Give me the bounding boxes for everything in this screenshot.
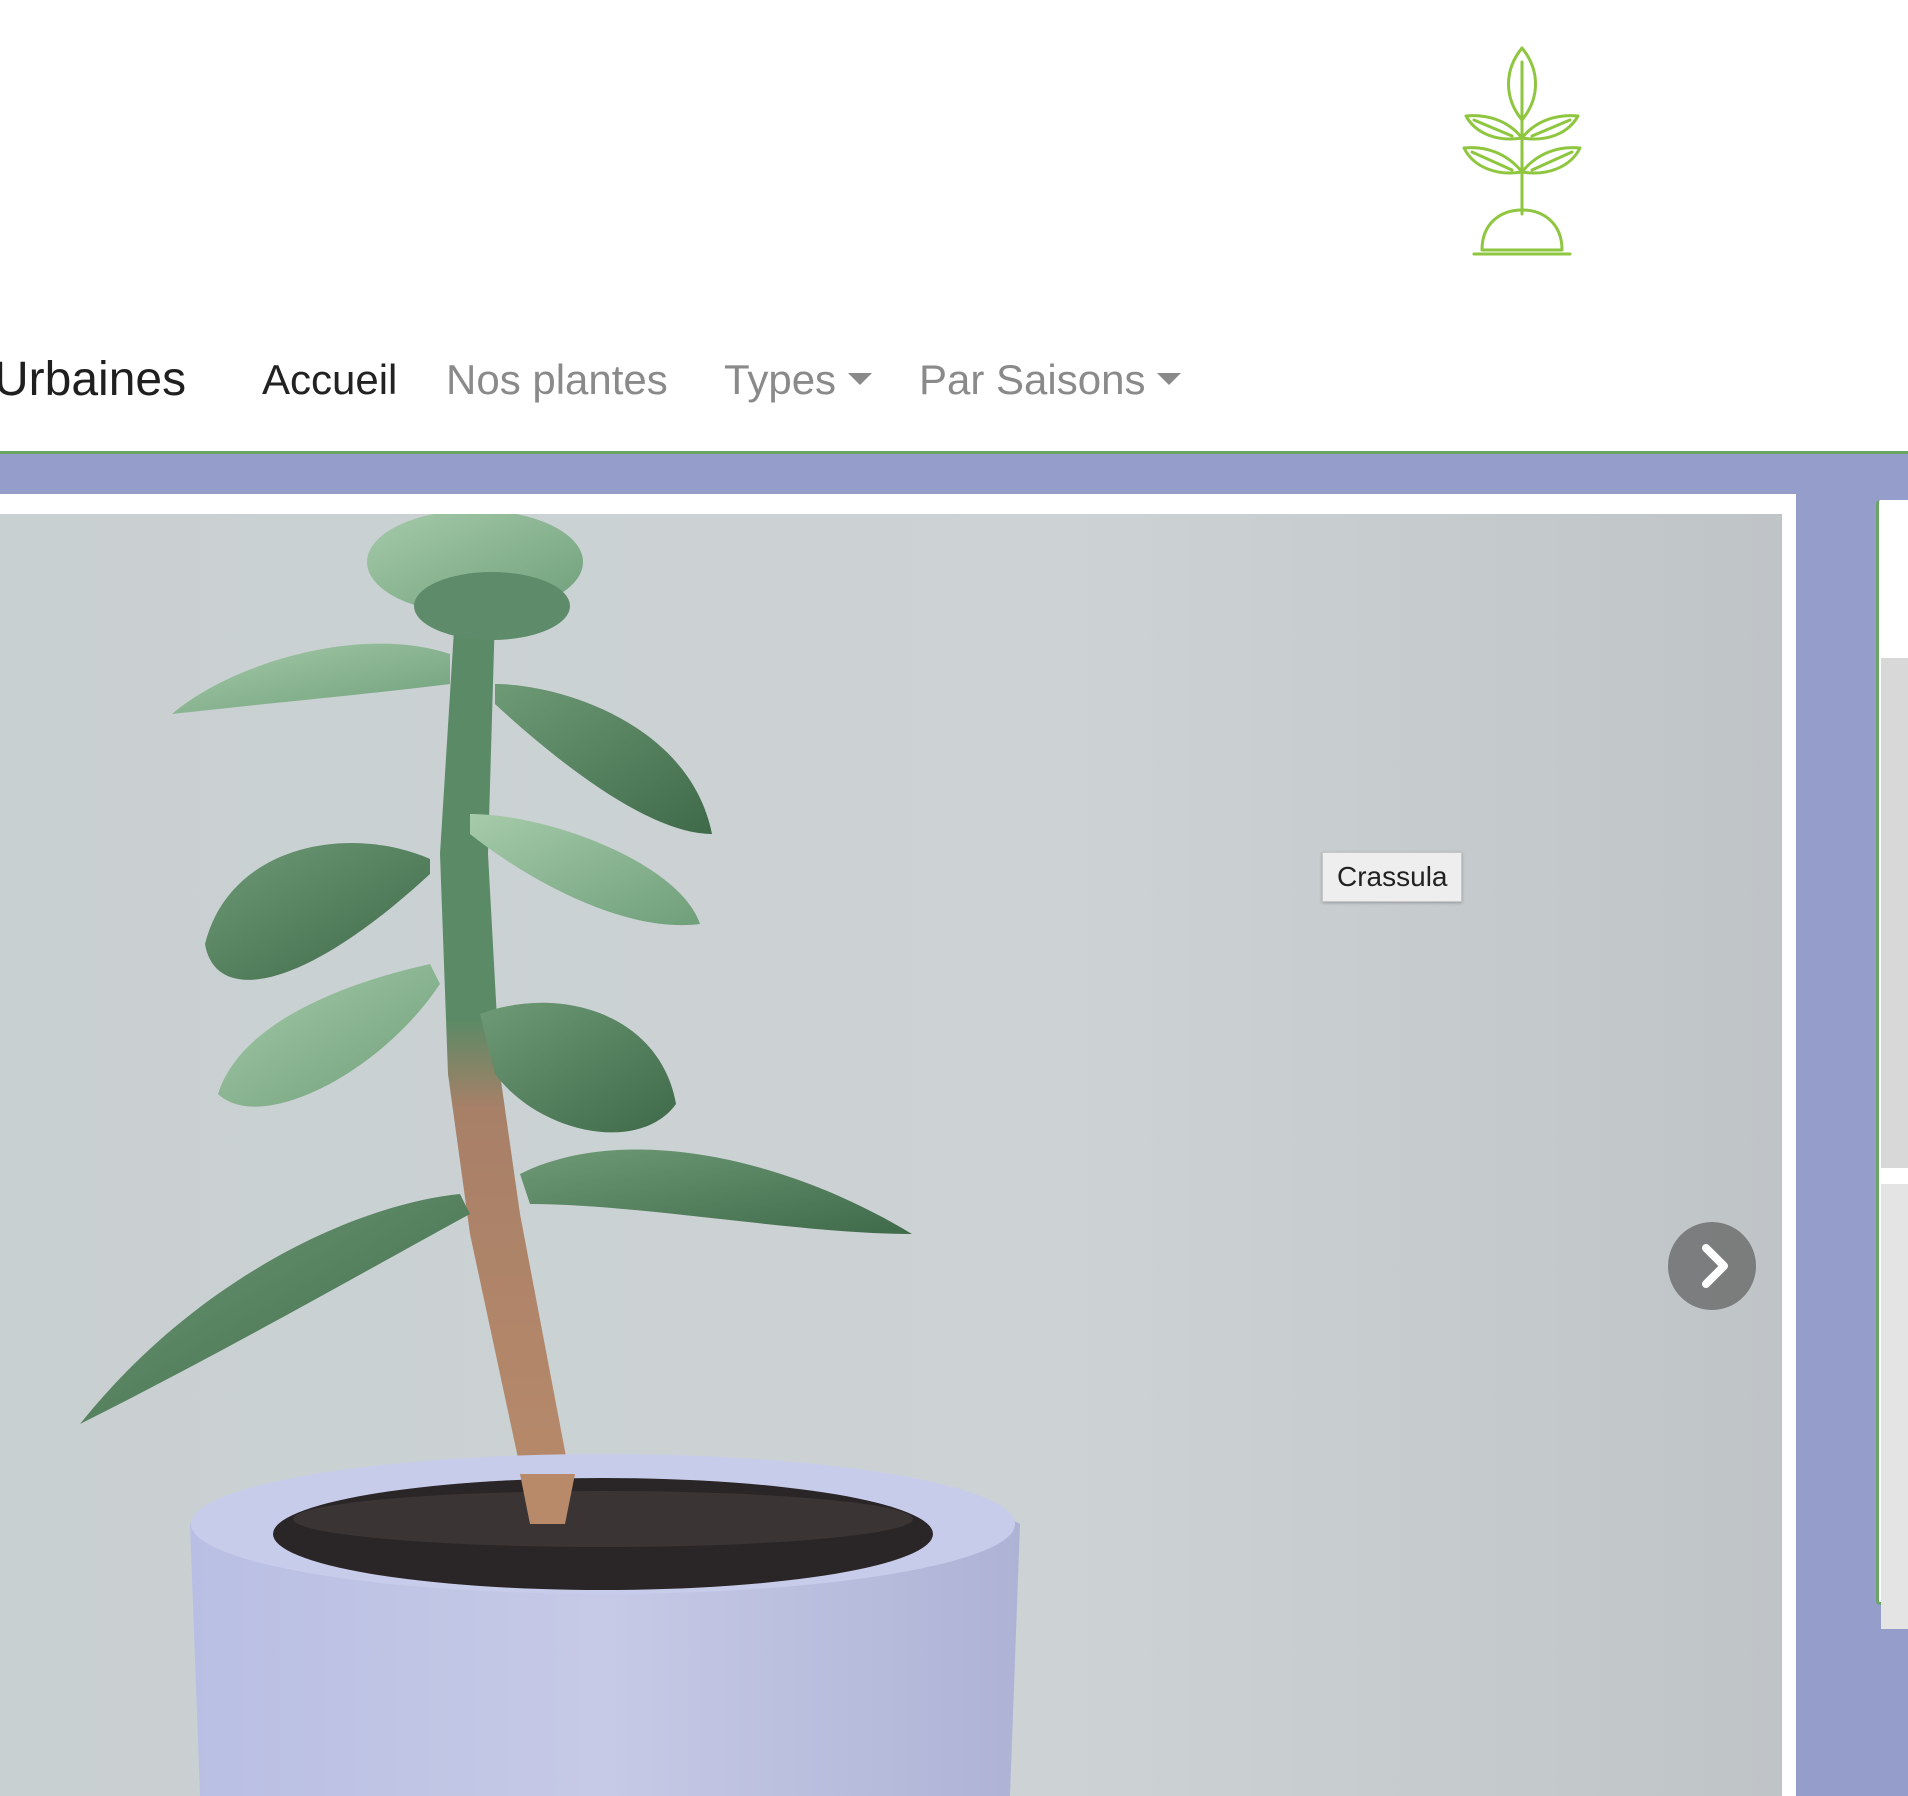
preview-divider — [1881, 1168, 1908, 1184]
navbar: Urbaines Accueil Nos plantes Types Par S… — [0, 340, 1908, 416]
caret-down-icon — [848, 372, 873, 385]
next-slide-preview — [1881, 658, 1908, 1658]
caret-down-icon — [1157, 372, 1182, 385]
preview-block — [1881, 658, 1908, 1168]
slide-image — [0, 514, 1782, 1796]
next-slide-card[interactable] — [1876, 500, 1908, 1629]
nav-item-accueil[interactable]: Accueil — [262, 356, 397, 404]
preview-block — [1881, 1184, 1908, 1629]
nav-item-nos-plantes[interactable]: Nos plantes — [446, 356, 668, 404]
nav-item-par-saisons[interactable]: Par Saisons — [919, 356, 1182, 404]
slide-tooltip: Crassula — [1322, 852, 1463, 902]
nav-item-saisons-label: Par Saisons — [919, 356, 1146, 403]
nav-item-types-label: Types — [724, 356, 837, 403]
page: Urbaines Accueil Nos plantes Types Par S… — [0, 0, 1908, 1796]
chevron-right-icon — [1702, 1244, 1728, 1288]
carousel-next-button[interactable] — [1668, 1222, 1756, 1310]
brand-name[interactable]: Urbaines — [0, 352, 186, 407]
nav-item-types[interactable]: Types — [724, 356, 873, 404]
plant-sprout-icon[interactable] — [1452, 42, 1592, 262]
